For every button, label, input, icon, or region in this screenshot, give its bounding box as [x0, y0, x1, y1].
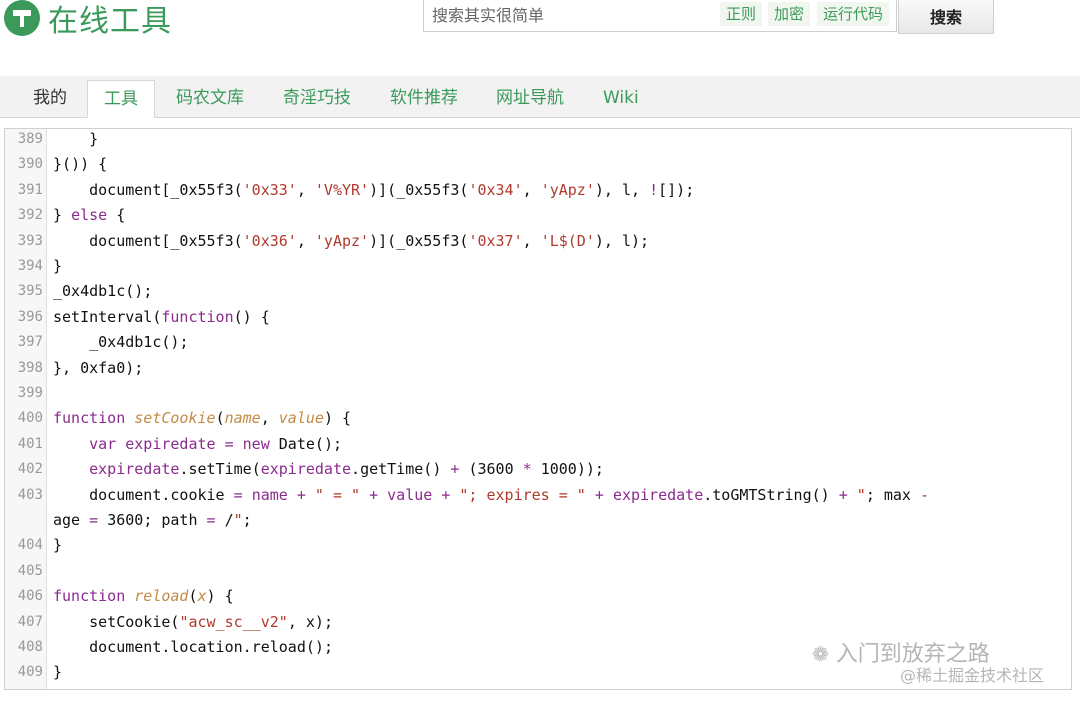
code-text: document.cookie = name + " = " + value +…	[89, 485, 930, 504]
line-number: 404	[17, 537, 43, 554]
line-number: 405	[17, 562, 43, 579]
code-text: function setCookie(name, value) {	[53, 409, 352, 428]
tab-software[interactable]: 软件推荐	[384, 80, 464, 117]
tab-nav[interactable]: 网址导航	[490, 80, 570, 117]
code-line: 401 var expiredate = new Date();	[5, 432, 1071, 457]
code-line: 399	[5, 381, 1071, 406]
line-number: 394	[17, 258, 43, 274]
tab-tools[interactable]: 工具	[87, 80, 155, 118]
hammer-icon	[4, 0, 40, 36]
tab-mine[interactable]: 我的	[27, 80, 73, 117]
code-text: age = 3600; path = /";	[53, 511, 252, 529]
code-text: }	[53, 663, 63, 682]
code-text: }	[53, 536, 63, 555]
code-text: _0x4db1c();	[89, 333, 189, 352]
line-number: 399	[17, 385, 43, 401]
line-number: 392	[17, 207, 43, 224]
code-text: function reload(x) {	[53, 587, 234, 606]
tab-tricks[interactable]: 奇淫巧技	[277, 80, 357, 117]
code-line: 406 function reload(x) {	[5, 584, 1071, 609]
code-editor[interactable]: 389 } 390 }()) { 391 document[_0x55f3('0x33…	[4, 128, 1072, 690]
watermark-line2: @稀土掘金技术社区	[900, 666, 1045, 685]
code-text: expiredate.setTime(expiredate.getTime() …	[89, 460, 604, 479]
line-number: 403	[17, 486, 43, 503]
line-number: 396	[17, 308, 43, 325]
code-line: 390 }()) {	[5, 152, 1071, 177]
code-text: document[_0x55f3('0x36', 'yApz')](_0x55f…	[89, 231, 650, 250]
tab-coder-library[interactable]: 码农文库	[170, 80, 250, 117]
line-number: 390	[17, 156, 43, 173]
code-line: 394}	[5, 254, 1071, 279]
code-text: var expiredate = new Date();	[89, 434, 342, 453]
code-text: setCookie("acw_sc__v2", x);	[89, 612, 333, 631]
wechat-icon: ❁	[812, 642, 829, 666]
code-line: 407 setCookie("acw_sc__v2", x);	[5, 610, 1071, 635]
line-number: 406	[17, 588, 43, 605]
code-text: }, 0xfa0);	[53, 358, 144, 377]
code-text: }()) {	[53, 155, 108, 174]
code-line: 404}	[5, 533, 1071, 558]
code-text: document.location.reload();	[89, 638, 333, 656]
code-text: } else {	[53, 206, 126, 225]
code-text: _0x4db1c();	[53, 282, 153, 301]
code-line: 397 _0x4db1c();	[5, 330, 1071, 355]
code-line: age = 3600; path = /";	[5, 508, 1071, 533]
line-number: 401	[17, 435, 43, 452]
tab-wiki[interactable]: Wiki	[597, 80, 645, 117]
code-line: 395 _0x4db1c();	[5, 279, 1071, 304]
code-line: 398 }, 0xfa0);	[5, 356, 1071, 381]
line-number: 407	[17, 613, 43, 630]
line-number: 402	[17, 461, 43, 478]
search-box: 正则 加密 运行代码	[423, 0, 897, 32]
code-text: }	[89, 130, 99, 148]
line-number: 391	[17, 181, 43, 198]
line-number: 408	[17, 639, 43, 655]
logo-text: 在线工具	[48, 4, 172, 39]
tag-encrypt[interactable]: 加密	[768, 2, 811, 26]
code-text: document[_0x55f3('0x33', 'V%YR')](_0x55f…	[89, 180, 695, 199]
code-line: 389 }	[5, 129, 1071, 152]
tab-bar: 我的 工具 码农文库 奇淫巧技 软件推荐 网址导航 Wiki	[0, 76, 1080, 118]
code-text: }	[53, 257, 63, 275]
code-line: 392 } else {	[5, 203, 1071, 228]
line-number: 398	[17, 359, 43, 376]
line-number: 400	[17, 410, 43, 427]
code-line: 400 function setCookie(name, value) {	[5, 406, 1071, 431]
tag-run-code[interactable]: 运行代码	[817, 2, 890, 26]
line-number: 395	[17, 283, 43, 300]
header: 在线工具 正则 加密 运行代码 搜索	[0, 0, 1080, 60]
code-line: 396 setInterval(function() {	[5, 305, 1071, 330]
logo[interactable]: 在线工具	[4, 0, 172, 39]
code-line: 391 document[_0x55f3('0x33', 'V%YR')](_0…	[5, 178, 1071, 203]
tag-regex[interactable]: 正则	[720, 2, 763, 26]
line-number: 409	[17, 664, 43, 681]
line-number: 389	[17, 131, 43, 147]
code-line: 393 document[_0x55f3('0x36', 'yApz')](_0…	[5, 229, 1071, 254]
code-line: 405	[5, 559, 1071, 584]
search-input[interactable]	[430, 2, 714, 28]
line-number: 397	[17, 334, 43, 351]
search-button[interactable]: 搜索	[898, 0, 994, 34]
code-text: setInterval(function() {	[53, 307, 270, 326]
code-line: 402 expiredate.setTime(expiredate.getTim…	[5, 457, 1071, 482]
code-line: 403 document.cookie = name + " = " + val…	[5, 483, 1071, 508]
line-number: 393	[17, 232, 43, 249]
